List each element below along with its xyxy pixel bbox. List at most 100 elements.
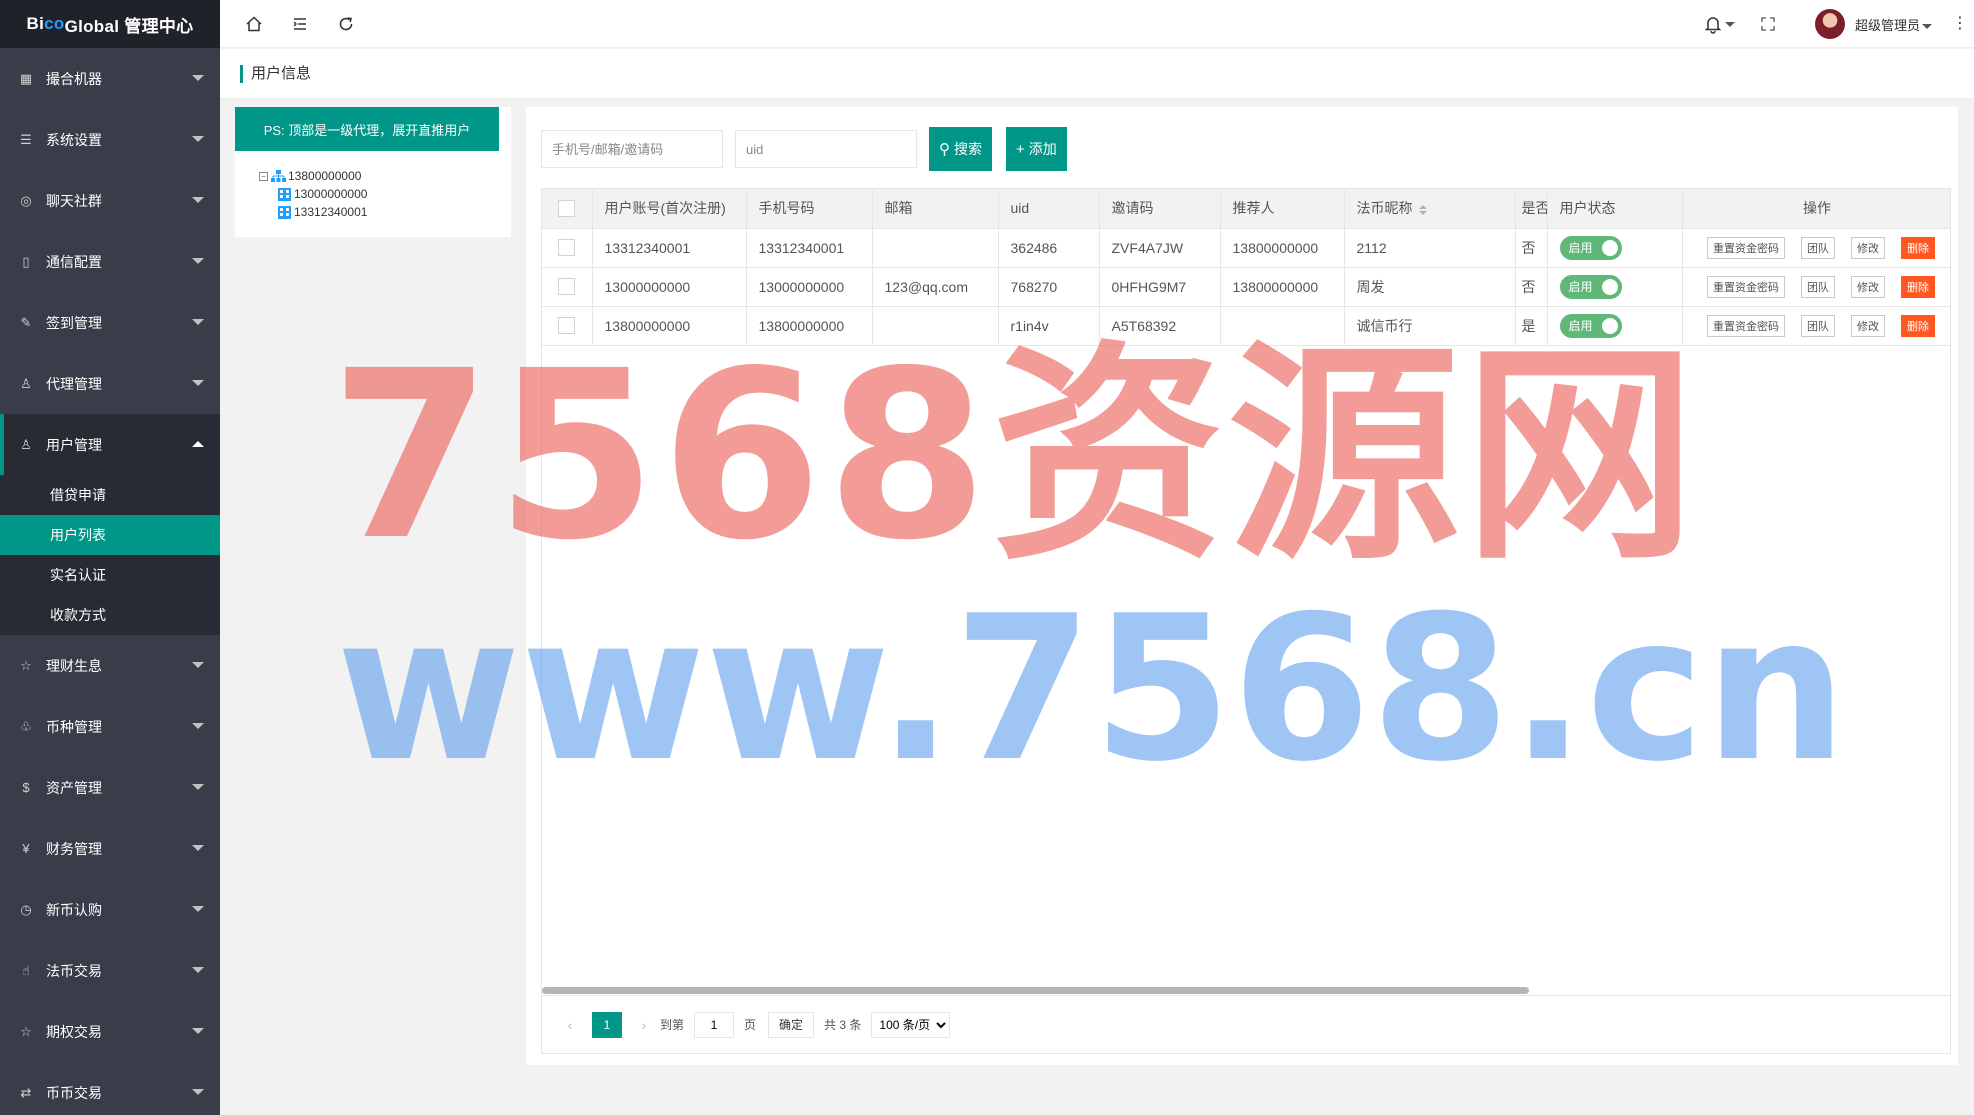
page-size-select[interactable]: 100 条/页 [871, 1011, 951, 1038]
tree-node-root[interactable]: − 13800000000 [259, 167, 367, 185]
next-page-icon[interactable]: › [634, 1017, 654, 1033]
sidebar-item-agent[interactable]: ♙ 代理管理 [0, 353, 220, 414]
sidebar-item-label: 用户管理 [46, 436, 102, 453]
menu-toggle-icon[interactable] [288, 12, 312, 36]
sidebar-item-settings[interactable]: ☰ 系统设置 [0, 109, 220, 170]
sidebar-item-finance[interactable]: ¥ 财务管理 [0, 818, 220, 879]
chevron-down-icon [192, 319, 204, 325]
reset-fund-password-button[interactable]: 重置资金密码 [1707, 275, 1785, 298]
brand-part1: Bi [26, 14, 45, 33]
user-list-panel: ⚲搜索 +添加 用户账号(首次注册) 手机号码 邮箱 uid 邀请码 推荐人 法… [526, 107, 1958, 1065]
sidebar-item-spot[interactable]: ⇄ 币币交易 [0, 1062, 220, 1115]
edit-button[interactable]: 修改 [1851, 275, 1885, 298]
sidebar-item-comm[interactable]: ▯ 通信配置 [0, 231, 220, 292]
delete-button[interactable]: 删除 [1901, 236, 1935, 259]
cell-nickname: 诚信币行 [1344, 306, 1516, 346]
fullscreen-icon[interactable] [1761, 17, 1775, 31]
search-input[interactable] [541, 130, 723, 168]
sidebar-item-robot[interactable]: ▦ 撮合机器 [0, 48, 220, 109]
col-nickname[interactable]: 法币昵称 [1344, 189, 1516, 229]
sliders-icon: ☰ [20, 131, 32, 147]
col-status: 用户状态 [1547, 189, 1683, 229]
current-page[interactable]: 1 [592, 1011, 622, 1038]
users-icon: ♙ [20, 436, 32, 452]
sidebar-item-assets[interactable]: $ 资产管理 [0, 757, 220, 818]
brand-part2: co [44, 14, 65, 33]
org-tree-icon [271, 169, 286, 182]
sidebar-subitem-loan[interactable]: 借贷申请 [0, 475, 220, 515]
tree-node-child[interactable]: 13312340001 [259, 203, 367, 221]
status-toggle[interactable]: 启用 [1559, 274, 1622, 299]
refresh-icon[interactable] [334, 12, 358, 36]
goto-page-input[interactable] [694, 1011, 735, 1038]
team-button[interactable]: 团队 [1801, 275, 1835, 298]
delete-button[interactable]: 删除 [1901, 275, 1935, 298]
horizontal-scrollbar[interactable] [542, 987, 1529, 994]
user-name: 超级管理员 [1854, 17, 1920, 33]
chevron-down-icon [192, 258, 204, 264]
cell-actions: 重置资金密码 团队 修改 删除 [1682, 267, 1950, 307]
page-unit-label: 页 [744, 1018, 757, 1032]
sidebar-item-otc[interactable]: ☝ 法币交易 [0, 940, 220, 1001]
user-menu[interactable]: 超级管理员 [1855, 15, 1932, 34]
edit-button[interactable]: 修改 [1851, 236, 1885, 259]
delete-button[interactable]: 删除 [1901, 314, 1935, 337]
row-checkbox[interactable] [542, 306, 593, 346]
coins-icon: ♧ [20, 718, 32, 734]
table-header-row: 用户账号(首次注册) 手机号码 邮箱 uid 邀请码 推荐人 法币昵称 是否 用… [542, 189, 1950, 229]
sidebar-item-options[interactable]: ☆ 期权交易 [0, 1001, 220, 1062]
search-button[interactable]: ⚲ 搜索 [929, 127, 992, 171]
star-icon: ☆ [20, 657, 32, 673]
table-row: 13800000000 13800000000 r1in4v A5T68392 … [542, 306, 1950, 346]
cell-flag: 是 [1515, 306, 1548, 346]
prev-page-icon[interactable]: ‹ [560, 1017, 580, 1033]
chat-icon: ◎ [20, 192, 32, 208]
sidebar-item-label: 币种管理 [46, 718, 102, 735]
team-button[interactable]: 团队 [1801, 314, 1835, 337]
status-toggle[interactable]: 启用 [1559, 313, 1622, 338]
col-actions: 操作 [1682, 189, 1950, 229]
sidebar-item-checkin[interactable]: ✎ 签到管理 [0, 292, 220, 353]
sidebar-item-chat[interactable]: ◎ 聊天社群 [0, 170, 220, 231]
sidebar-item-label: 期权交易 [46, 1023, 102, 1040]
row-checkbox[interactable] [542, 267, 593, 307]
chevron-down-icon [192, 197, 204, 203]
brand-logo: Bi co Global 管理中心 [0, 0, 220, 48]
brand-part3: Global 管理中心 [64, 16, 194, 36]
chevron-down-icon [192, 967, 204, 973]
row-checkbox[interactable] [542, 228, 593, 268]
sidebar-item-finance-earn[interactable]: ☆ 理财生息 [0, 635, 220, 696]
table-row: 13000000000 13000000000 123@qq.com 76827… [542, 267, 1950, 307]
status-toggle[interactable]: 启用 [1559, 235, 1622, 260]
sidebar-submenu-users: 借贷申请 用户列表 实名认证 收款方式 [0, 475, 220, 635]
reset-fund-password-button[interactable]: 重置资金密码 [1707, 236, 1785, 259]
sidebar-subitem-kyc[interactable]: 实名认证 [0, 555, 220, 595]
avatar[interactable] [1814, 9, 1845, 39]
team-button[interactable]: 团队 [1801, 236, 1835, 259]
select-all-checkbox[interactable] [542, 189, 593, 229]
sidebar-menu-lower: ☆ 理财生息 ♧ 币种管理 $ 资产管理 ¥ 财务管理 ◷ 新币认购 ☝ 法币交易 ☆ 期权交… [0, 635, 220, 1115]
reset-fund-password-button[interactable]: 重置资金密码 [1707, 314, 1785, 337]
tree-node-child[interactable]: 13000000000 [259, 185, 367, 203]
sidebar-item-users[interactable]: ♙ 用户管理 [0, 414, 220, 475]
sidebar-item-label: 撮合机器 [46, 70, 102, 87]
add-button[interactable]: + 添加 [1006, 127, 1067, 171]
sort-icon[interactable] [1418, 204, 1427, 215]
chevron-down-icon [192, 136, 204, 142]
more-vertical-icon[interactable]: ⋮ [1952, 16, 1968, 32]
goto-confirm-button[interactable]: 确定 [768, 1011, 815, 1038]
sidebar-subitem-payment[interactable]: 收款方式 [0, 595, 220, 635]
cell-uid: r1in4v [998, 306, 1100, 346]
sidebar-item-coins[interactable]: ♧ 币种管理 [0, 696, 220, 757]
sidebar-subitem-user-list[interactable]: 用户列表 [0, 515, 220, 555]
sidebar-item-label: 通信配置 [46, 253, 102, 270]
sidebar-item-ico[interactable]: ◷ 新币认购 [0, 879, 220, 940]
edit-button[interactable]: 修改 [1851, 314, 1885, 337]
header-right: 超级管理员 ⋮ [1703, 0, 1974, 48]
sidebar-item-label: 财务管理 [46, 840, 102, 857]
collapse-icon[interactable]: − [259, 171, 268, 181]
bell-icon[interactable] [1703, 14, 1735, 34]
uid-input[interactable] [735, 130, 917, 168]
home-icon[interactable] [242, 12, 266, 36]
cell-phone: 13312340001 [746, 228, 873, 268]
